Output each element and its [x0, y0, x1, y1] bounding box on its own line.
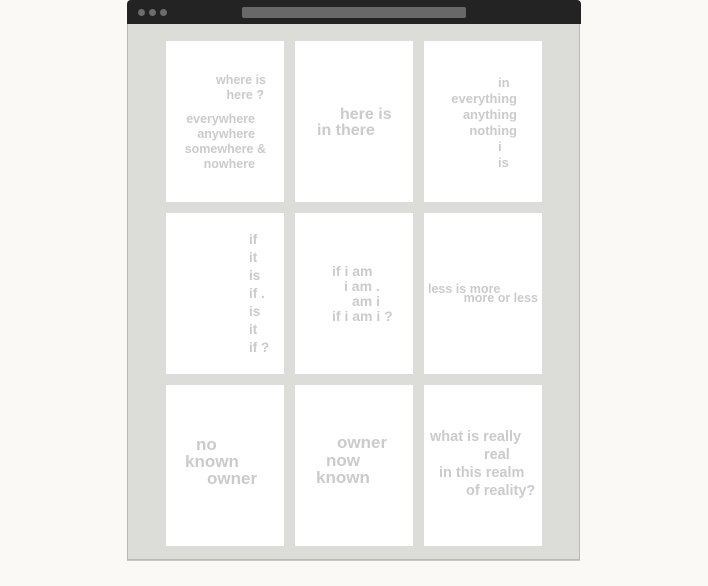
- title-bar: [127, 0, 581, 24]
- poem-line: owner: [337, 433, 388, 452]
- poem-line: no: [196, 435, 217, 454]
- poem-line: in: [498, 75, 510, 90]
- poem-line: i am .: [344, 278, 380, 294]
- browser-window: where is here ? everywhere anywhere some…: [127, 0, 581, 560]
- poem-line: where is: [215, 73, 266, 87]
- window-dot-icon[interactable]: [149, 9, 156, 16]
- window-dot-icon[interactable]: [138, 9, 145, 16]
- poem-line: anywhere: [197, 127, 255, 141]
- poem-line: what is really: [430, 429, 522, 445]
- poem-line: i: [498, 139, 502, 154]
- address-bar[interactable]: [242, 7, 466, 18]
- poem-line: is: [249, 304, 261, 319]
- poem-card-grid: where is here ? everywhere anywhere some…: [166, 41, 542, 546]
- poem-line: everything: [451, 91, 517, 106]
- poem-line: if ?: [249, 340, 270, 355]
- poem-line: nothing: [469, 123, 517, 138]
- poem-line: if i am: [332, 263, 373, 279]
- poem-line: am i: [352, 293, 381, 309]
- poem-card[interactable]: less is more more or less: [424, 213, 542, 374]
- poem-line: here ?: [226, 88, 264, 102]
- poem-line: it: [249, 250, 258, 265]
- poem-line: known: [316, 468, 370, 487]
- poem-line: is: [498, 155, 509, 170]
- poem-card[interactable]: owner now known: [295, 385, 413, 546]
- poem-line: owner: [207, 469, 258, 488]
- window-dot-icon[interactable]: [160, 9, 167, 16]
- poem-card[interactable]: where is here ? everywhere anywhere some…: [166, 41, 284, 202]
- poem-line: in this realm: [439, 465, 525, 481]
- poem-line: real: [484, 447, 510, 463]
- poem-card[interactable]: here is in there: [295, 41, 413, 202]
- poem-line: everywhere: [186, 112, 255, 126]
- poem-line: known: [185, 452, 239, 471]
- poem-line: if: [249, 232, 258, 247]
- poem-card[interactable]: if i am i am . am i if i am i ?: [295, 213, 413, 374]
- poem-line: more or less: [463, 291, 538, 305]
- poem-line: if i am i ?: [332, 308, 393, 324]
- poem-card[interactable]: in everything anything nothing i is: [424, 41, 542, 202]
- poem-line: here is: [340, 106, 392, 123]
- poem-card[interactable]: no known owner: [166, 385, 284, 546]
- poem-line: of reality?: [466, 483, 536, 499]
- poem-line: now: [326, 451, 360, 470]
- poem-line: nowhere: [203, 157, 255, 171]
- poem-line: if .: [249, 286, 265, 301]
- poem-line: somewhere &: [184, 142, 266, 156]
- poem-card[interactable]: what is really real in this realm of rea…: [424, 385, 542, 546]
- poem-line: anything: [462, 107, 517, 122]
- poem-line: is: [249, 268, 261, 283]
- poem-line: in there: [317, 122, 375, 139]
- poem-line: it: [249, 322, 258, 337]
- poem-card[interactable]: if it is if . is it if ?: [166, 213, 284, 374]
